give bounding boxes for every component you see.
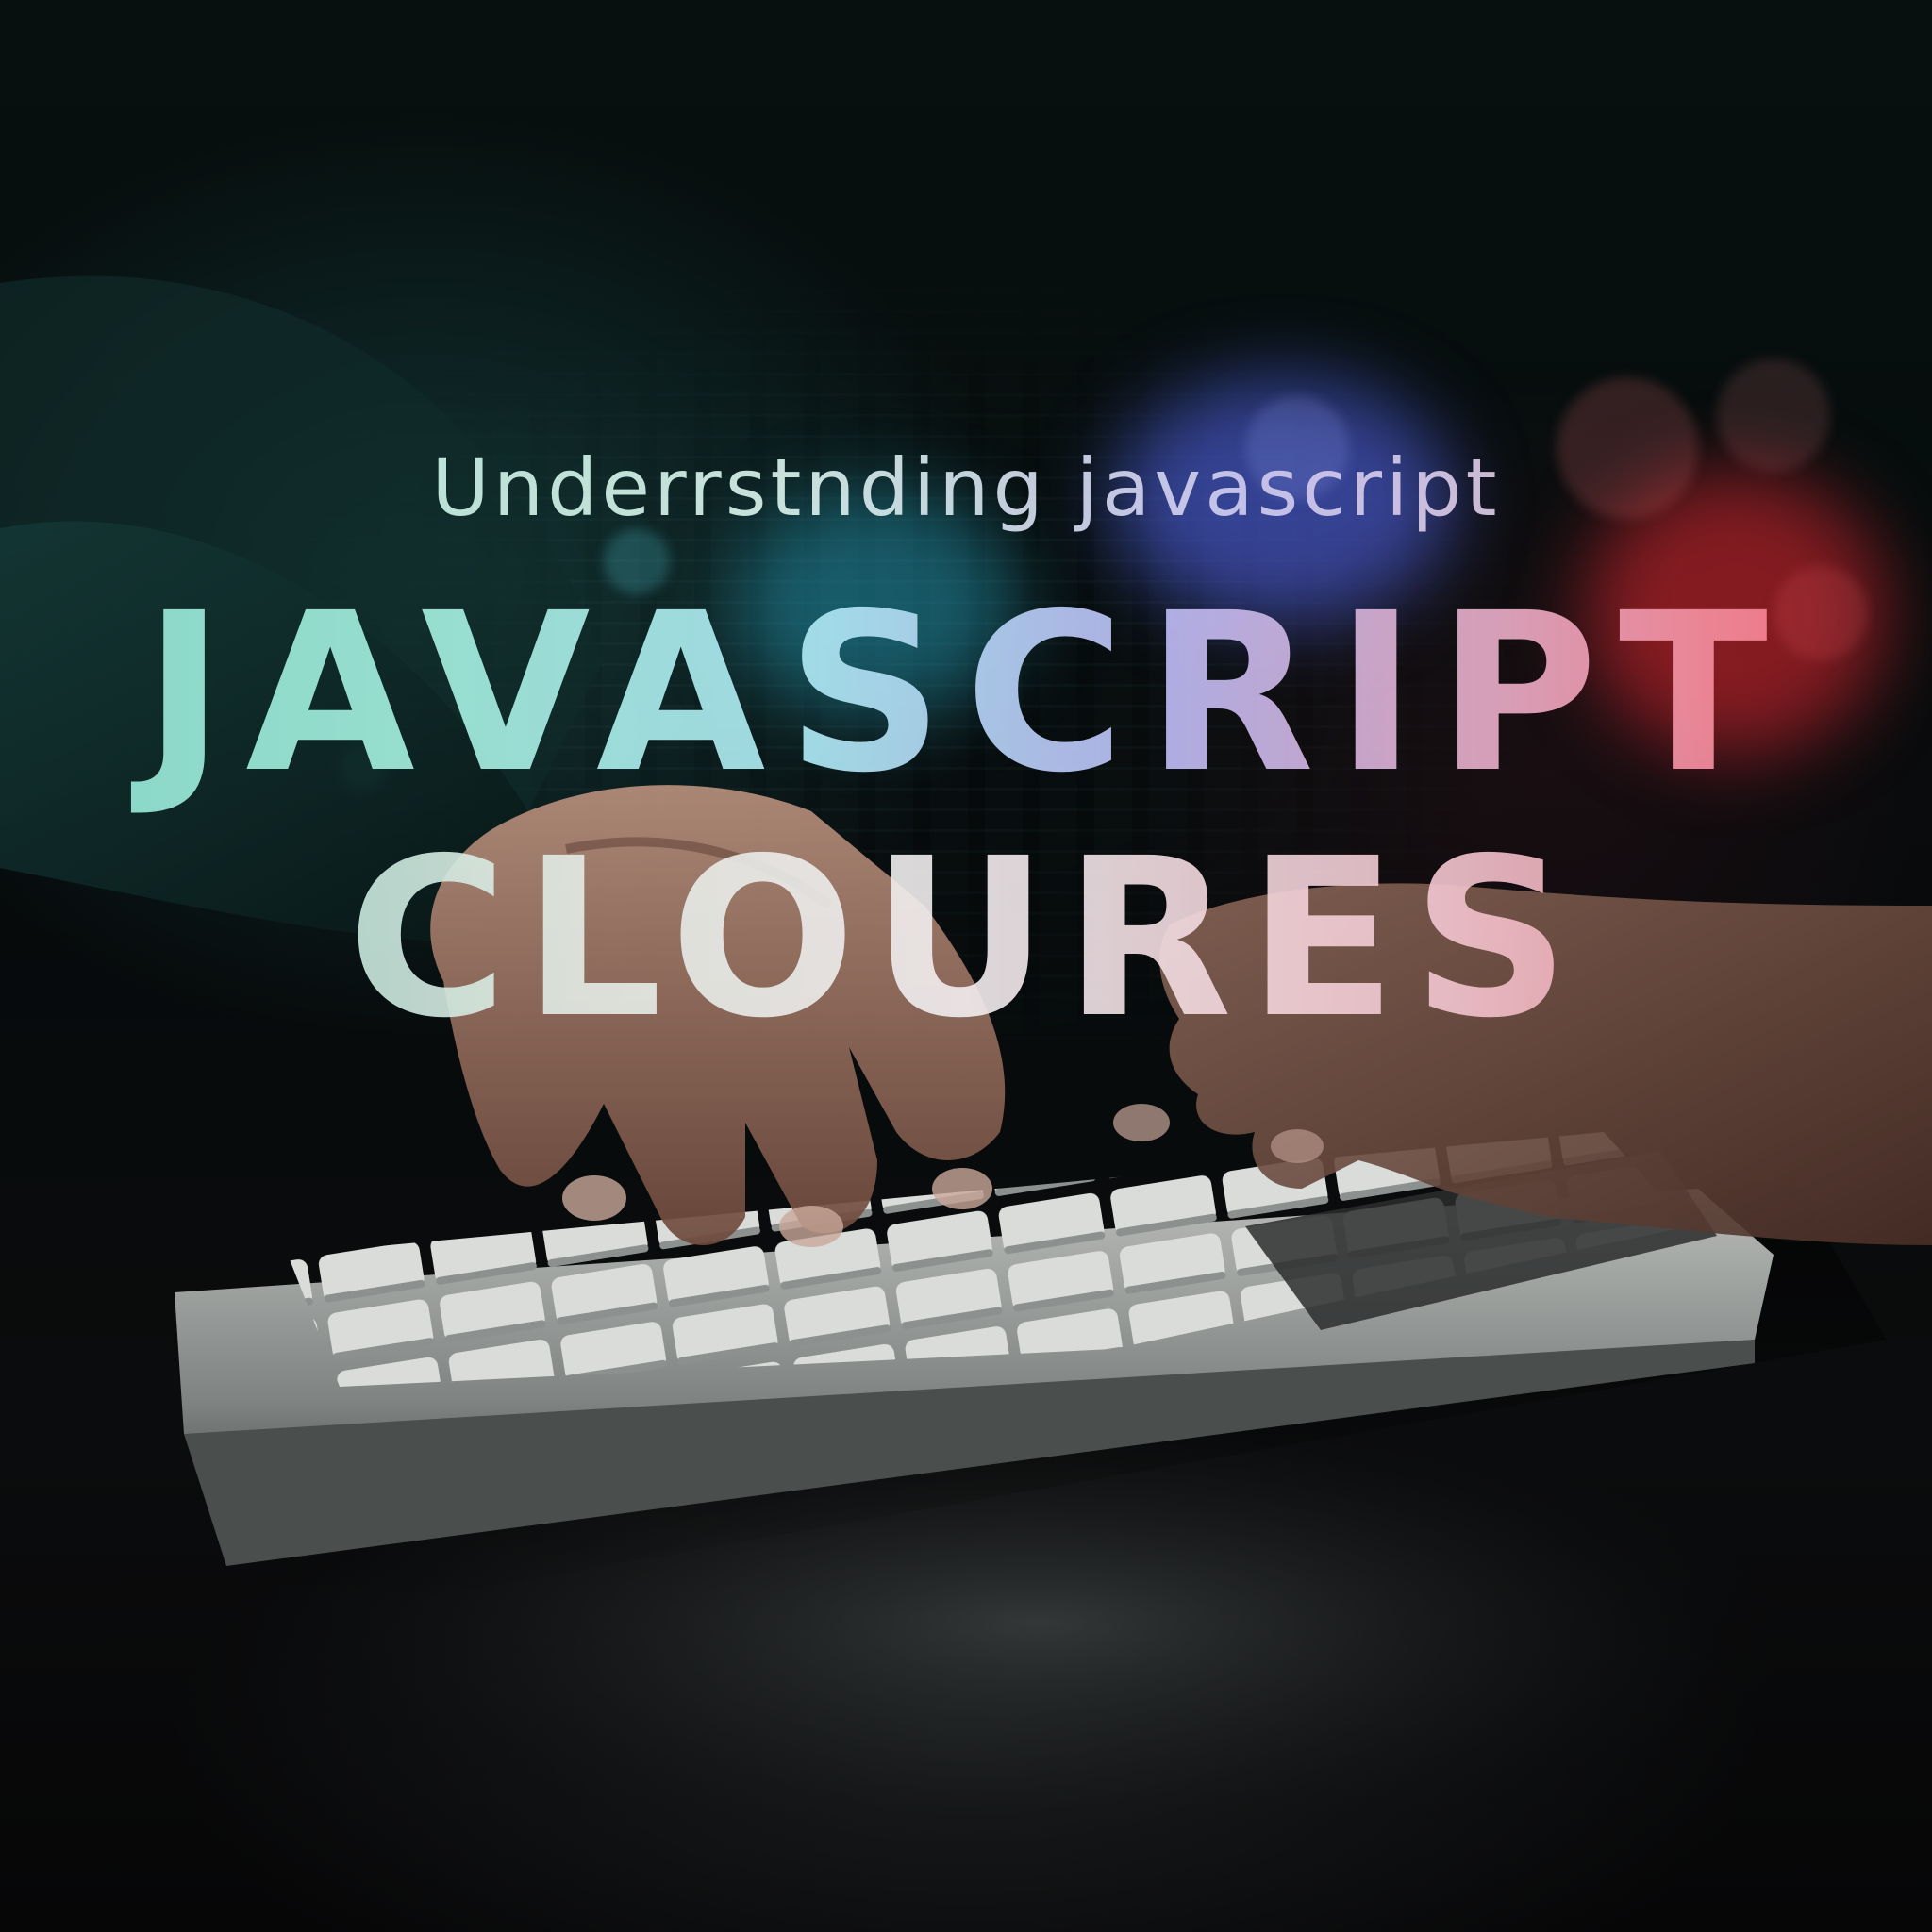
title-line-1: JAVASCRIPT <box>0 566 1932 821</box>
title-line-2: CLOURES <box>0 811 1932 1066</box>
subtitle: Underrstnding javascript <box>0 441 1932 534</box>
scene: Underrstnding javascript JAVASCRIPT CLOU… <box>0 0 1932 1932</box>
